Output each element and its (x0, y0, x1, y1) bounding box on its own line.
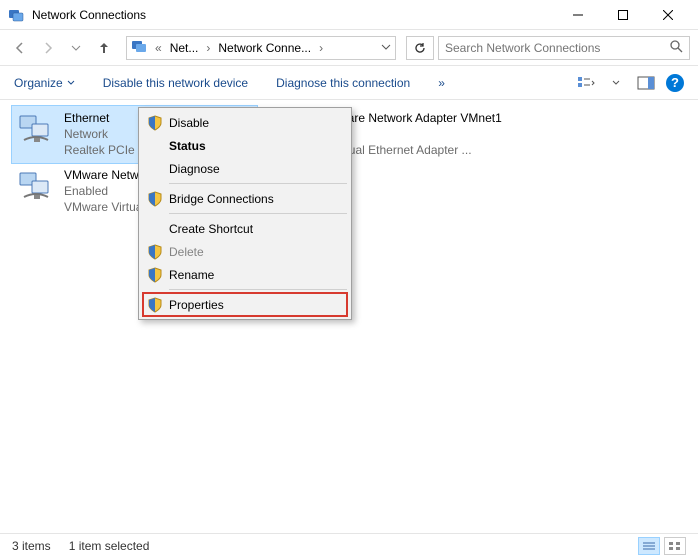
back-button[interactable] (8, 36, 32, 60)
shield-icon (147, 297, 163, 313)
app-icon (8, 7, 24, 23)
overflow-button[interactable]: » (438, 76, 445, 90)
menu-item-disable[interactable]: Disable (141, 111, 349, 134)
network-adapter-icon (16, 110, 56, 150)
menu-separator (169, 183, 347, 184)
breadcrumb-item[interactable]: Net... (170, 41, 199, 55)
window-title: Network Connections (32, 8, 555, 22)
status-selection-count: 1 item selected (69, 539, 150, 553)
menu-item-delete: Delete (141, 240, 349, 263)
shield-icon (147, 115, 163, 131)
shield-icon (147, 244, 163, 260)
view-large-icons-button[interactable] (664, 537, 686, 555)
menu-separator (169, 289, 347, 290)
menu-item-label: Delete (169, 245, 204, 259)
close-button[interactable] (645, 0, 690, 30)
adapter-status: Enabled (64, 183, 142, 199)
chevron-right-icon[interactable]: › (315, 41, 327, 55)
forward-button[interactable] (36, 36, 60, 60)
preview-pane-button[interactable] (636, 73, 656, 93)
menu-separator (169, 213, 347, 214)
menu-item-rename[interactable]: Rename (141, 263, 349, 286)
maximize-button[interactable] (600, 0, 645, 30)
minimize-button[interactable] (555, 0, 600, 30)
chevron-right-icon[interactable]: › (202, 41, 214, 55)
menu-item-create-shortcut[interactable]: Create Shortcut (141, 217, 349, 240)
menu-item-label: Create Shortcut (169, 222, 253, 236)
diagnose-connection-button[interactable]: Diagnose this connection (276, 76, 410, 90)
menu-item-label: Properties (169, 298, 224, 312)
context-menu: Disable Status Diagnose Bridge Connectio… (138, 107, 352, 320)
network-adapter-icon (16, 167, 56, 207)
shield-icon (147, 191, 163, 207)
search-icon[interactable] (669, 39, 683, 56)
breadcrumb-item[interactable]: Network Conne... (218, 41, 311, 55)
menu-item-label: Status (169, 139, 206, 153)
adapter-device: VMware Virtua (64, 199, 142, 215)
organize-menu[interactable]: Organize (14, 76, 75, 90)
address-dropdown-icon[interactable] (381, 41, 391, 55)
recent-dropdown[interactable] (64, 36, 88, 60)
adapter-name: VMware Netw (64, 167, 142, 183)
view-options-button[interactable] (576, 73, 596, 93)
menu-item-label: Diagnose (169, 162, 220, 176)
status-item-count: 3 items (12, 539, 51, 553)
search-box[interactable] (438, 36, 690, 60)
adapter-name: Ethernet (64, 110, 147, 126)
disable-device-button[interactable]: Disable this network device (103, 76, 248, 90)
adapter-status: Network (64, 126, 147, 142)
menu-item-label: Bridge Connections (169, 192, 274, 206)
menu-item-properties[interactable]: Properties (141, 293, 349, 316)
view-dropdown-icon[interactable] (606, 73, 626, 93)
up-button[interactable] (92, 36, 116, 60)
menu-item-bridge[interactable]: Bridge Connections (141, 187, 349, 210)
address-bar[interactable]: « Net... › Network Conne... › (126, 36, 396, 60)
help-button[interactable]: ? (666, 74, 684, 92)
menu-item-label: Rename (169, 268, 214, 282)
menu-item-label: Disable (169, 116, 209, 130)
shield-icon (147, 267, 163, 283)
refresh-button[interactable] (406, 36, 434, 60)
view-details-button[interactable] (638, 537, 660, 555)
location-icon (131, 38, 147, 57)
search-input[interactable] (445, 41, 669, 55)
adapter-device: Realtek PCIe G (64, 142, 147, 158)
menu-item-diagnose[interactable]: Diagnose (141, 157, 349, 180)
breadcrumb-sep-icon: « (151, 41, 166, 55)
menu-item-status[interactable]: Status (141, 134, 349, 157)
organize-label: Organize (14, 76, 63, 90)
chevron-down-icon (67, 79, 75, 87)
